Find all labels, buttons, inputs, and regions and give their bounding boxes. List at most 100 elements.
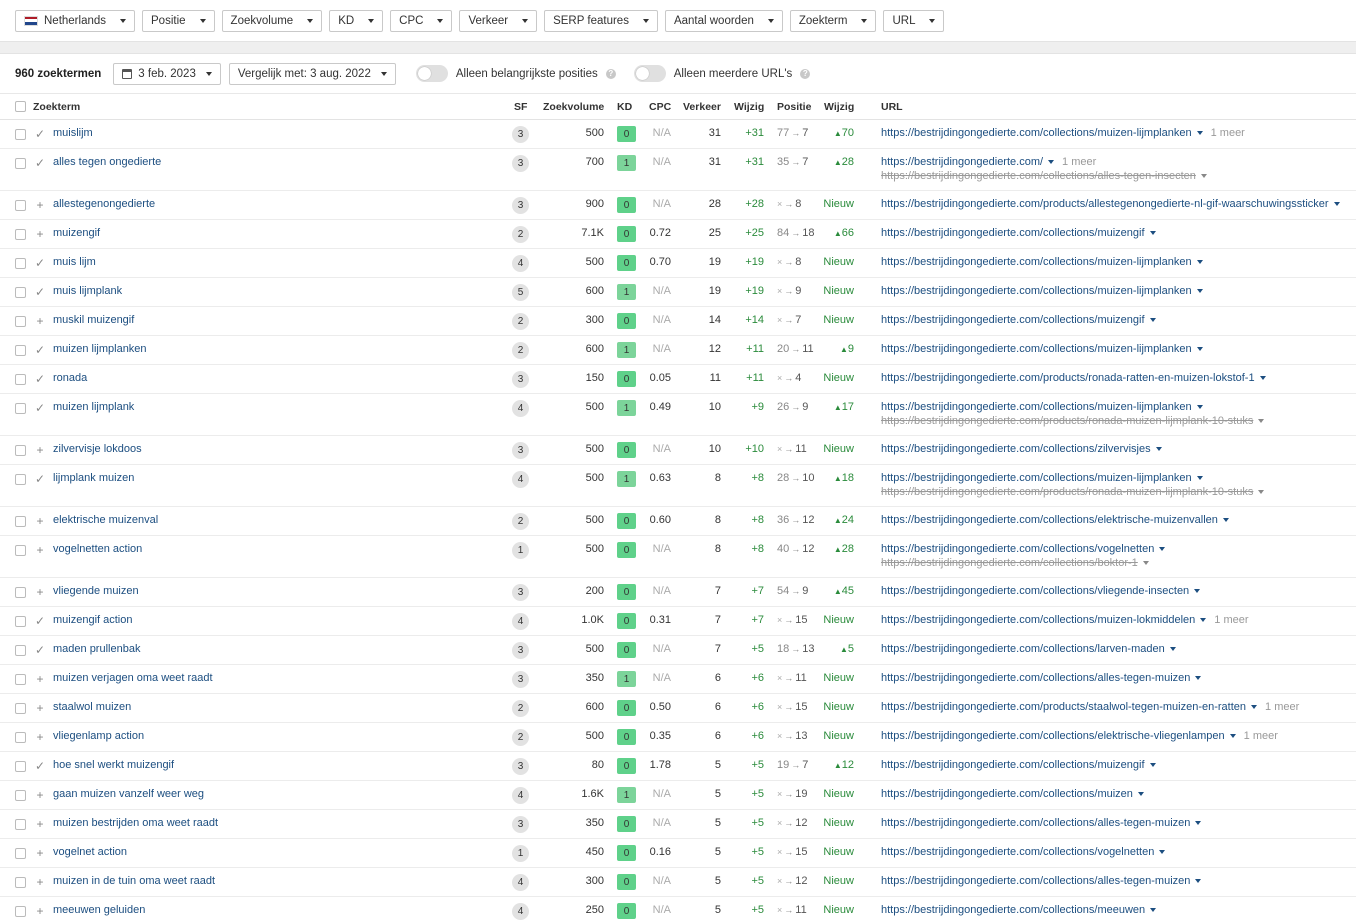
row-checkbox[interactable] <box>15 761 26 772</box>
header-position-change[interactable]: Wijzig <box>824 101 854 113</box>
plus-icon[interactable]: + <box>34 199 46 211</box>
row-checkbox[interactable] <box>15 906 26 917</box>
row-checkbox[interactable] <box>15 703 26 714</box>
filter-zoekterm[interactable]: Zoekterm <box>789 9 877 32</box>
keyword-link[interactable]: hoe snel werkt muizengif <box>53 759 174 771</box>
keyword-link[interactable]: muis lijmplank <box>53 285 122 297</box>
chevron-down-icon[interactable] <box>1048 160 1055 165</box>
chevron-down-icon[interactable] <box>1333 202 1340 207</box>
filter-kd[interactable]: KD <box>329 9 384 32</box>
serp-features-badge[interactable]: 4 <box>512 613 529 630</box>
keyword-link[interactable]: muizen verjagen oma weet raadt <box>53 672 213 684</box>
main-positions-toggle[interactable] <box>415 65 448 82</box>
serp-features-badge[interactable]: 1 <box>512 542 529 559</box>
url-text[interactable]: https://bestrijdingongedierte.com/collec… <box>881 401 1192 413</box>
serp-features-badge[interactable]: 3 <box>512 642 529 659</box>
ranking-url[interactable]: https://bestrijdingongedierte.com/collec… <box>881 401 1203 413</box>
header-sf[interactable]: SF <box>514 101 527 113</box>
ranking-url[interactable]: https://bestrijdingongedierte.com/collec… <box>881 672 1202 684</box>
check-icon[interactable]: ✓ <box>34 402 46 414</box>
ranking-url[interactable]: https://bestrijdingongedierte.com/collec… <box>881 443 1162 455</box>
plus-icon[interactable]: + <box>34 673 46 685</box>
chevron-down-icon[interactable] <box>1200 618 1207 623</box>
keyword-link[interactable]: muislijm <box>53 127 93 139</box>
check-icon[interactable]: ✓ <box>34 615 46 627</box>
plus-icon[interactable]: + <box>34 876 46 888</box>
serp-features-badge[interactable]: 2 <box>512 313 529 330</box>
keyword-link[interactable]: elektrische muizenval <box>53 514 158 526</box>
ranking-url[interactable]: https://bestrijdingongedierte.com/produc… <box>881 701 1299 713</box>
filter-positie[interactable]: Positie <box>142 9 215 32</box>
plus-icon[interactable]: + <box>34 731 46 743</box>
chevron-down-icon[interactable] <box>1194 589 1201 594</box>
help-icon[interactable]: ? <box>800 68 811 79</box>
url-text[interactable]: https://bestrijdingongedierte.com/collec… <box>881 256 1192 268</box>
ranking-url[interactable]: https://bestrijdingongedierte.com/collec… <box>881 343 1203 355</box>
filter-verkeer[interactable]: Verkeer <box>459 9 538 32</box>
ranking-url[interactable]: https://bestrijdingongedierte.com/collec… <box>881 614 1249 626</box>
url-text[interactable]: https://bestrijdingongedierte.com/collec… <box>881 227 1145 239</box>
chevron-down-icon[interactable] <box>1149 231 1156 236</box>
chevron-down-icon[interactable] <box>1222 518 1229 523</box>
keyword-link[interactable]: meeuwen geluiden <box>53 904 145 916</box>
url-text[interactable]: https://bestrijdingongedierte.com/collec… <box>881 817 1190 829</box>
plus-icon[interactable]: + <box>34 847 46 859</box>
keyword-link[interactable]: vliegenlamp action <box>53 730 144 742</box>
ranking-url[interactable]: https://bestrijdingongedierte.com/collec… <box>881 759 1156 771</box>
serp-features-badge[interactable]: 2 <box>512 342 529 359</box>
keyword-link[interactable]: muizen lijmplank <box>53 401 134 413</box>
plus-icon[interactable]: + <box>34 515 46 527</box>
chevron-down-icon[interactable] <box>1258 419 1265 424</box>
url-text[interactable]: https://bestrijdingongedierte.com/collec… <box>881 788 1133 800</box>
keyword-link[interactable]: allestegenongedierte <box>53 198 155 210</box>
row-checkbox[interactable] <box>15 374 26 385</box>
header-volume[interactable]: Zoekvolume <box>543 101 604 113</box>
serp-features-badge[interactable]: 4 <box>512 903 529 920</box>
filter-netherlands[interactable]: Netherlands <box>15 9 136 32</box>
check-icon[interactable]: ✓ <box>34 760 46 772</box>
chevron-down-icon[interactable] <box>1195 676 1202 681</box>
serp-features-badge[interactable]: 5 <box>512 284 529 301</box>
url-text[interactable]: https://bestrijdingongedierte.com/ <box>881 156 1043 168</box>
serp-features-badge[interactable]: 4 <box>512 255 529 272</box>
serp-features-badge[interactable]: 2 <box>512 729 529 746</box>
chevron-down-icon[interactable] <box>1196 405 1203 410</box>
serp-features-badge[interactable]: 3 <box>512 155 529 172</box>
header-traffic[interactable]: Verkeer <box>683 101 721 113</box>
serp-features-badge[interactable]: 2 <box>512 700 529 717</box>
check-icon[interactable]: ✓ <box>34 257 46 269</box>
ranking-url[interactable]: https://bestrijdingongedierte.com/collec… <box>881 227 1156 239</box>
serp-features-badge[interactable]: 3 <box>512 371 529 388</box>
url-text[interactable]: https://bestrijdingongedierte.com/collec… <box>881 759 1145 771</box>
ranking-url[interactable]: https://bestrijdingongedierte.com/collec… <box>881 285 1203 297</box>
ranking-url[interactable]: https://bestrijdingongedierte.com/collec… <box>881 730 1278 742</box>
url-text[interactable]: https://bestrijdingongedierte.com/collec… <box>881 730 1225 742</box>
row-checkbox[interactable] <box>15 200 26 211</box>
header-position[interactable]: Positie <box>777 101 811 113</box>
serp-features-badge[interactable]: 4 <box>512 787 529 804</box>
keyword-link[interactable]: ronada <box>53 372 87 384</box>
more-urls-link[interactable]: 1 meer <box>1211 127 1245 139</box>
keyword-link[interactable]: lijmplank muizen <box>53 472 134 484</box>
serp-features-badge[interactable]: 2 <box>512 513 529 530</box>
serp-features-badge[interactable]: 3 <box>512 758 529 775</box>
chevron-down-icon[interactable] <box>1196 131 1203 136</box>
chevron-down-icon[interactable] <box>1155 447 1162 452</box>
plus-icon[interactable]: + <box>34 444 46 456</box>
keyword-link[interactable]: muis lijm <box>53 256 96 268</box>
chevron-down-icon[interactable] <box>1196 289 1203 294</box>
chevron-down-icon[interactable] <box>1149 318 1156 323</box>
row-checkbox[interactable] <box>15 516 26 527</box>
ranking-url[interactable]: https://bestrijdingongedierte.com/collec… <box>881 788 1144 800</box>
serp-features-badge[interactable]: 4 <box>512 471 529 488</box>
row-checkbox[interactable] <box>15 674 26 685</box>
ranking-url[interactable]: https://bestrijdingongedierte.com/collec… <box>881 643 1176 655</box>
url-text[interactable]: https://bestrijdingongedierte.com/produc… <box>881 701 1246 713</box>
chevron-down-icon[interactable] <box>1150 908 1157 913</box>
row-checkbox[interactable] <box>15 345 26 356</box>
ranking-url[interactable]: https://bestrijdingongedierte.com/collec… <box>881 314 1156 326</box>
chevron-down-icon[interactable] <box>1196 476 1203 481</box>
url-text[interactable]: https://bestrijdingongedierte.com/collec… <box>881 614 1195 626</box>
keyword-link[interactable]: muskil muizengif <box>53 314 134 326</box>
ranking-url[interactable]: https://bestrijdingongedierte.com/collec… <box>881 585 1201 597</box>
